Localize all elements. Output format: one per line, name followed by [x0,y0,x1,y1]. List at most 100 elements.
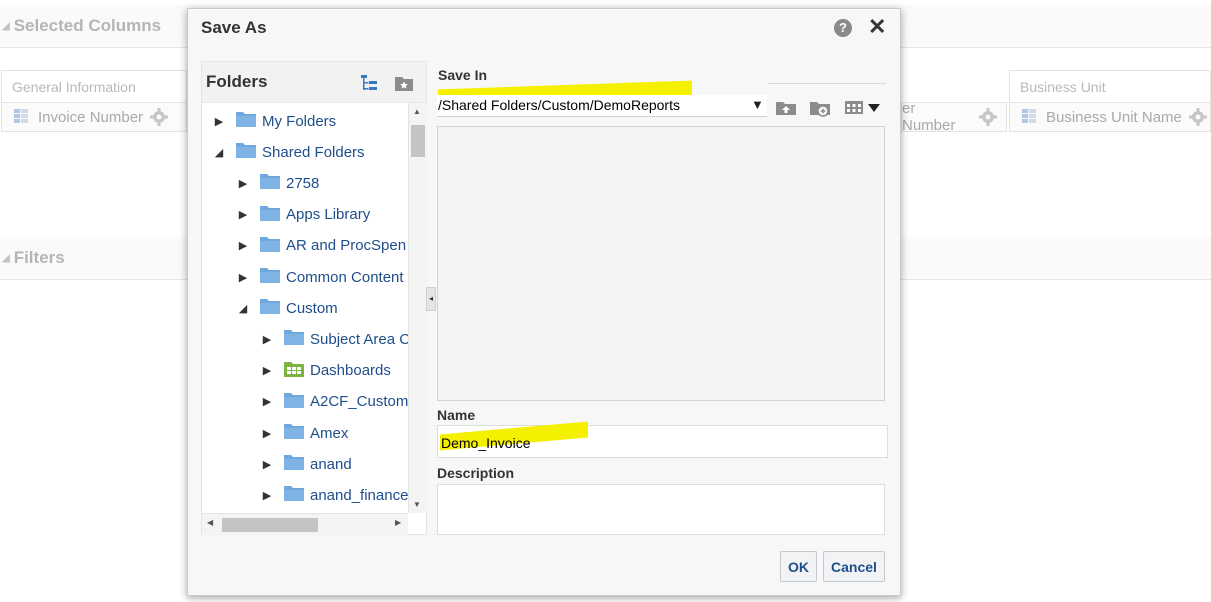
folder-icon [236,111,256,131]
close-icon[interactable]: ✕ [868,16,886,38]
tree-item-label: Amex [310,424,349,442]
tree-item-label: Dashboards [310,362,391,380]
tree-item[interactable]: ▶ My Folders [214,108,336,134]
column-icon [14,109,28,125]
tree-item-label: Custom [286,299,338,317]
gear-icon[interactable] [978,107,998,127]
collapsed-triangle-icon[interactable]: ▶ [238,271,248,284]
scroll-up-icon[interactable]: ▲ [413,107,421,116]
scroll-left-icon[interactable]: ◀ [207,518,213,527]
folder-icon [284,392,304,412]
save-in-label: Save In [438,67,488,83]
folder-icon [284,485,304,505]
tree-item-label: Subject Area C [310,330,408,348]
column-partial-number[interactable]: er Number [901,100,1007,134]
tree-item[interactable]: ▶ 2758 [238,170,319,196]
collapsed-triangle-icon[interactable]: ▶ [262,458,272,471]
collapsed-triangle-icon[interactable]: ▶ [238,239,248,252]
column-business-unit-name[interactable]: Business Unit Name [1009,102,1211,132]
help-icon[interactable]: ? [834,19,852,37]
folder-icon [284,454,304,474]
tree-item-label: Shared Folders [262,143,365,161]
collapsed-triangle-icon[interactable]: ▶ [262,364,272,377]
expanded-triangle-icon[interactable]: ◢ [238,302,248,315]
tree-item-label: A2CF_Custom [310,393,408,411]
toolbar-divider [768,83,886,84]
folders-panel: Folders ▶ My Folders ◢ Shared Folders ▶ 2758 ▶… [201,61,427,535]
filters-title: Filters [13,248,65,267]
column-group-label: Business Unit [1020,78,1106,95]
folder-contents-area[interactable] [437,126,885,401]
scrollbar-thumb[interactable] [222,518,318,532]
tree-item[interactable]: ◢ Custom [238,295,338,321]
upload-folder-icon[interactable] [775,98,797,121]
folder-icon [260,205,280,225]
column-label: Invoice Number [38,108,144,126]
column-label: er Number [902,100,956,134]
tree-item[interactable]: ▶ A2CF_Custom [262,389,408,415]
gear-icon[interactable] [149,107,169,127]
collapsed-triangle-icon[interactable]: ▶ [214,115,224,128]
save-as-dialog: Save As ? ✕ Folders ▶ My Folders ◢ Shared F… [187,8,901,596]
description-input[interactable] [437,484,885,535]
cancel-button[interactable]: Cancel [823,551,885,582]
dialog-title: Save As [201,18,267,37]
column-group-business-unit: Business Unit [1009,70,1211,102]
tree-item[interactable]: ▶ Subject Area C [262,326,408,352]
tree-item[interactable]: ▶ Dashboards [262,358,391,384]
column-group-general-information: General Information [1,70,187,102]
save-in-select[interactable]: /Shared Folders/Custom/DemoReports ▼ [437,95,767,117]
collapsed-triangle-icon[interactable]: ▶ [262,333,272,346]
scroll-right-icon[interactable]: ▶ [395,518,401,527]
tree-view-icon[interactable] [360,74,378,97]
folder-icon [260,173,280,193]
column-icon [1022,109,1036,125]
new-folder-icon[interactable] [809,98,831,123]
vertical-scrollbar[interactable]: ▲ ▼ [408,103,427,513]
collapsed-triangle-icon[interactable]: ▶ [238,177,248,190]
tree-item[interactable]: ◢ Shared Folders [214,139,365,165]
scrollbar-thumb[interactable] [411,125,425,157]
name-value: Demo_Invoice [441,435,531,451]
folder-icon [260,298,280,318]
dialog-header: Save As ? ✕ [188,9,900,47]
chevron-down-icon[interactable]: ▼ [751,97,764,112]
description-label: Description [437,465,515,481]
tree-item-label: My Folders [262,112,337,130]
tree-item[interactable]: ▶ Common Content [238,264,404,290]
expanded-triangle-icon[interactable]: ◢ [214,146,224,159]
column-invoice-number[interactable]: Invoice Number [1,102,187,132]
collapsed-triangle-icon[interactable]: ▶ [238,208,248,221]
folder-icon [260,267,280,287]
column-group-label: General Information [12,78,136,95]
folder-tree: ▶ My Folders ◢ Shared Folders ▶ 2758 ▶ Apps Lib… [202,103,408,513]
ok-button[interactable]: OK [780,551,817,582]
tree-item-label: 2758 [286,174,320,192]
folder-icon [284,329,304,349]
tree-item-label: Apps Library [286,206,371,224]
collapsed-triangle-icon[interactable]: ▶ [262,395,272,408]
favorites-folder-icon[interactable] [394,74,414,97]
column-label: Business Unit Name [1046,108,1182,126]
name-label: Name [437,407,476,423]
dashboard-folder-icon [284,361,304,381]
tree-item[interactable]: ▶ anand_finance [262,482,408,508]
tree-item-label: anand_finance [310,486,408,504]
collapse-triangle-icon: ◢ [2,252,10,264]
collapsed-triangle-icon[interactable]: ▶ [262,489,272,502]
folders-title: Folders [206,72,268,91]
gear-icon[interactable] [1188,107,1208,127]
tree-item[interactable]: ▶ Amex [262,420,348,446]
panel-splitter[interactable]: ◂ [426,287,436,311]
folder-icon [284,423,304,443]
scroll-down-icon[interactable]: ▼ [413,500,421,509]
name-input[interactable]: Demo_Invoice [437,421,888,458]
tree-item[interactable]: ▶ AR and ProcSpen [238,233,406,259]
tree-item[interactable]: ▶ anand [262,451,352,477]
save-in-value: /Shared Folders/Custom/DemoReports [438,97,680,113]
tree-item[interactable]: ▶ Apps Library [238,202,370,228]
collapsed-triangle-icon[interactable]: ▶ [262,427,272,440]
view-options-icon[interactable] [844,98,882,121]
horizontal-scrollbar[interactable]: ◀ ▶ [202,513,408,535]
folders-header: Folders [202,62,426,103]
